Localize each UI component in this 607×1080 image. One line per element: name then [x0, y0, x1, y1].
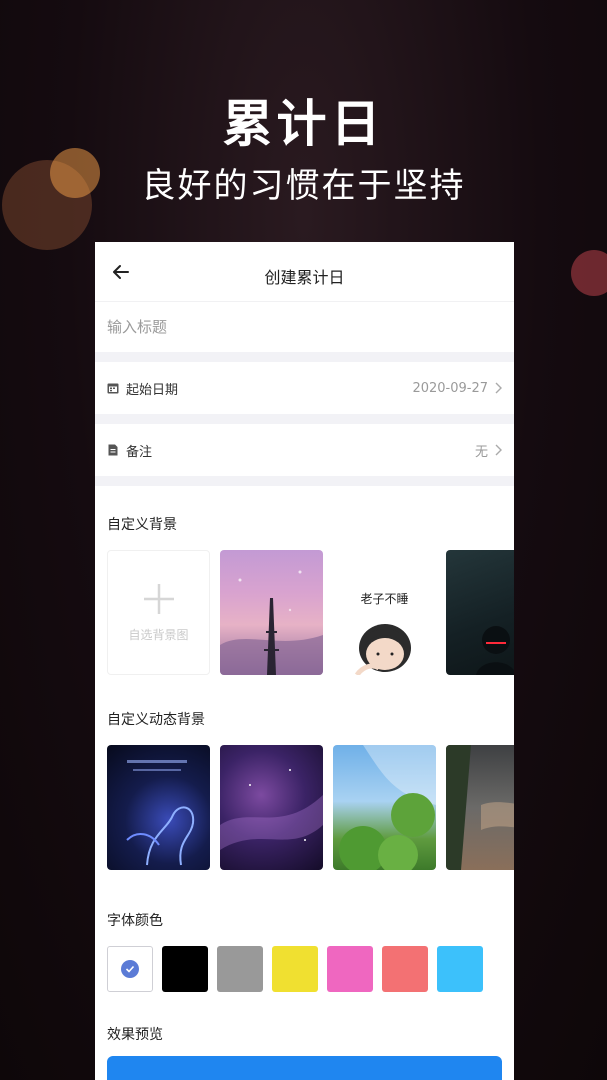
- color-swatch-white[interactable]: [107, 946, 153, 992]
- bokeh-light: [571, 250, 607, 296]
- calendar-icon: [107, 382, 119, 394]
- document-icon: [107, 444, 119, 456]
- dynamic-background-list: [95, 745, 514, 870]
- add-background-label: 自选背景图: [128, 628, 189, 642]
- font-color-title: 字体颜色: [107, 913, 163, 929]
- divider: [95, 352, 514, 362]
- background-thumb-cartoon-boy[interactable]: 老子不睡: [333, 550, 436, 675]
- dynamic-background-title: 自定义动态背景: [107, 712, 205, 728]
- start-date-value: 2020-09-27: [412, 380, 488, 396]
- checkmark-icon: [121, 960, 139, 978]
- color-swatch-black[interactable]: [162, 946, 208, 992]
- color-swatch-gray[interactable]: [217, 946, 263, 992]
- font-color-picker: [95, 946, 514, 992]
- background-thumb-eiffel[interactable]: [220, 550, 323, 675]
- dynamic-background-thumb-road[interactable]: [446, 745, 514, 870]
- page-title: 创建累计日: [264, 268, 345, 287]
- divider: [95, 414, 514, 424]
- phone-screen: 创建累计日 起始日期 2020-09-27 备注: [95, 242, 514, 1080]
- title-input[interactable]: [95, 302, 514, 352]
- dynamic-background-thumb-neon[interactable]: [107, 745, 210, 870]
- divider: [95, 476, 514, 486]
- custom-background-list: 自选背景图 老子不睡: [95, 550, 514, 675]
- start-date-label: 起始日期: [126, 382, 179, 398]
- note-value: 无: [474, 444, 488, 460]
- color-swatch-coral[interactable]: [382, 946, 428, 992]
- custom-background-title: 自定义背景: [107, 517, 177, 533]
- color-swatch-sky-blue[interactable]: [437, 946, 483, 992]
- navbar: 创建累计日: [95, 242, 514, 302]
- hero-title: 累计日: [222, 95, 385, 153]
- dynamic-background-thumb-tree[interactable]: [333, 745, 436, 870]
- hero-subtitle: 良好的习惯在于坚持: [141, 166, 466, 206]
- background-thumb-dark-portrait[interactable]: [446, 550, 514, 675]
- chevron-right-icon: [494, 382, 502, 394]
- dynamic-background-thumb-galaxy[interactable]: [220, 745, 323, 870]
- plus-icon: [143, 584, 174, 614]
- color-swatch-yellow[interactable]: [272, 946, 318, 992]
- note-row[interactable]: 备注 无: [95, 424, 514, 476]
- start-date-row[interactable]: 起始日期 2020-09-27: [95, 362, 514, 414]
- preview-title: 效果预览: [107, 1027, 163, 1043]
- note-label: 备注: [126, 444, 153, 460]
- preview-panel: [107, 1056, 502, 1080]
- add-background-button[interactable]: 自选背景图: [107, 550, 210, 675]
- color-swatch-pink[interactable]: [327, 946, 373, 992]
- chevron-right-icon: [494, 444, 502, 456]
